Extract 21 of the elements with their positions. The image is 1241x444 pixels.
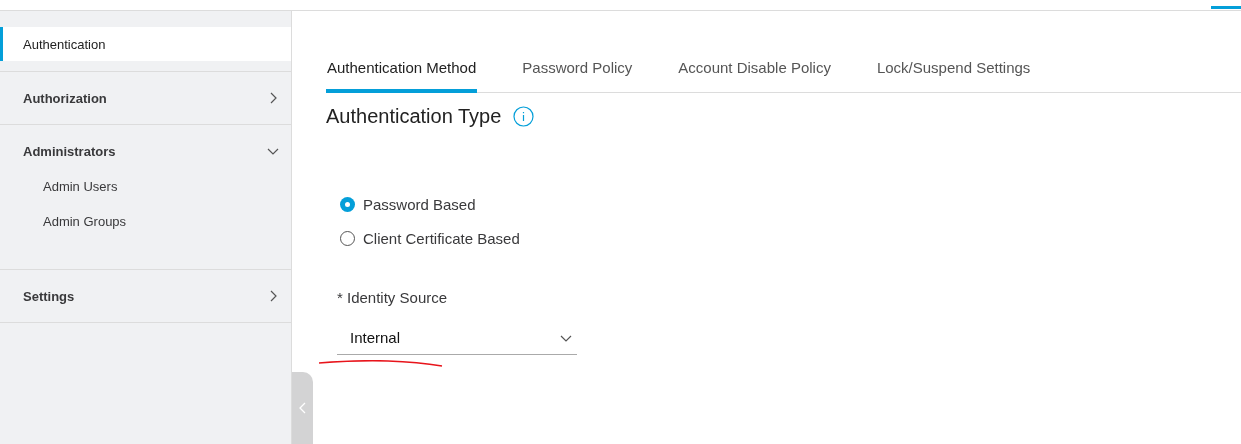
sidebar-group-label: Settings (23, 288, 75, 304)
field-label: * Identity Source (336, 289, 449, 306)
chevron-left-icon (298, 402, 307, 414)
tab[interactable]: Password Policy (521, 59, 634, 93)
sidebar-subitem[interactable]: Admin Groups (0, 204, 291, 239)
sidebar-group[interactable]: Settings (0, 270, 291, 322)
tab[interactable]: Account Disable Policy (677, 59, 832, 93)
sidebar-group-label: Administrators (23, 143, 116, 159)
tab[interactable]: Lock/Suspend Settings (875, 59, 1032, 93)
identity-source-select[interactable]: Internal (337, 321, 577, 355)
radio-label: Client Certificate Based (363, 230, 520, 247)
info-icon[interactable] (513, 106, 535, 127)
radio-button[interactable] (340, 197, 355, 212)
sidebar-group-label: Authorization (23, 90, 107, 106)
sidebar-group[interactable]: Authorization (0, 72, 291, 124)
section-title: Authentication Type (326, 105, 502, 128)
tab[interactable]: Authentication Method (326, 59, 478, 93)
radio-button[interactable] (340, 231, 355, 246)
sidebar-item[interactable]: Authentication (0, 27, 291, 61)
collapse-handle[interactable] (292, 372, 313, 444)
radio-label: Password Based (363, 196, 476, 213)
